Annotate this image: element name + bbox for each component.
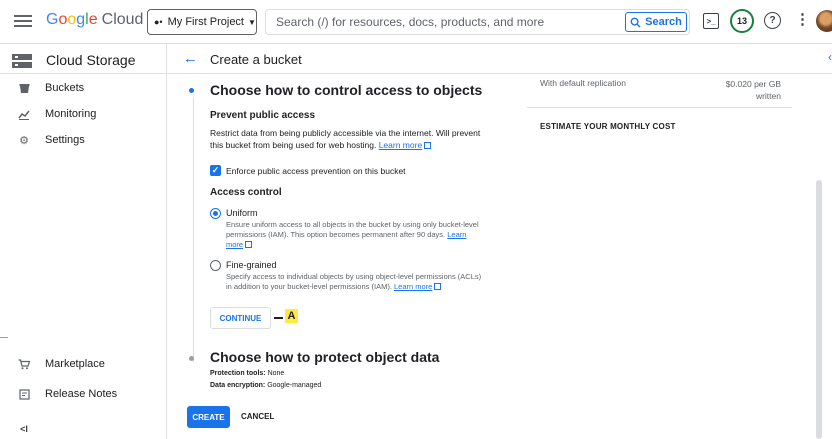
sidebar-title: Cloud Storage — [46, 52, 136, 68]
price-line-2: written — [755, 91, 781, 101]
enforce-checkbox-label[interactable]: Enforce public access prevention on this… — [226, 166, 406, 176]
scrollbar[interactable] — [816, 180, 822, 439]
annotation-marker: A — [285, 309, 298, 323]
continue-button[interactable]: CONTINUE — [210, 307, 271, 329]
sidebar-header: Cloud Storage — [0, 44, 166, 74]
fine-grained-learn-more-link[interactable]: Learn more — [394, 282, 432, 291]
pricing-row: With default replication $0.020 per GB w… — [527, 74, 792, 108]
cart-icon — [17, 357, 31, 371]
logo-google: Google — [46, 11, 98, 28]
collapse-sidebar-button[interactable]: <I — [0, 417, 167, 439]
external-link-icon — [434, 283, 442, 290]
prevent-description: Restrict data from being publicly access… — [210, 127, 480, 151]
notifications-badge[interactable]: 13 — [730, 9, 754, 33]
fine-grained-description: Specify access to individual objects by … — [226, 272, 481, 292]
data-encryption-row: Data encryption: Google-managed — [210, 382, 321, 389]
uniform-desc-line-1: Ensure uniform access to all objects in … — [226, 220, 479, 229]
access-section-title[interactable]: Choose how to control access to objects — [210, 82, 482, 98]
menu-icon[interactable] — [14, 12, 32, 30]
protection-tools-label: Protection tools: — [210, 370, 266, 377]
page-header: ← Create a bucket ‹ — [167, 44, 832, 74]
fine-desc-line-1: Specify access to individual objects by … — [226, 272, 482, 281]
external-link-icon — [424, 142, 432, 149]
data-encryption-label: Data encryption: — [210, 382, 266, 389]
back-arrow-icon[interactable]: ← — [183, 50, 198, 67]
project-icon: ●• — [154, 17, 163, 27]
cloud-shell-icon[interactable]: >_ — [703, 13, 719, 29]
chevron-left-icon[interactable]: ‹ — [828, 50, 832, 64]
uniform-more-link[interactable]: more — [226, 240, 243, 249]
create-bucket-form: Choose how to control access to objects … — [167, 74, 517, 439]
search-button[interactable]: Search — [625, 12, 687, 32]
fine-grained-radio[interactable] — [210, 260, 221, 271]
gear-icon: ⚙ — [19, 134, 29, 147]
fine-grained-label[interactable]: Fine-grained — [226, 260, 277, 270]
sidebar-item-settings[interactable]: ⚙ Settings — [0, 128, 167, 152]
sidebar-item-label: Marketplace — [45, 358, 105, 370]
replication-label: With default replication — [540, 78, 626, 88]
learn-more-link[interactable]: Learn more — [379, 140, 422, 150]
step-indicator — [189, 356, 194, 361]
sidebar-item-monitoring[interactable]: Monitoring — [0, 102, 167, 126]
protect-section-title[interactable]: Choose how to protect object data — [210, 349, 439, 365]
sidebar-item-label: Monitoring — [45, 108, 97, 120]
prevent-text-line-1: Restrict data from being publicly access… — [210, 128, 481, 138]
project-name: My First Project — [167, 16, 244, 28]
notes-icon — [17, 387, 31, 401]
bucket-icon — [17, 81, 31, 95]
prevent-text-line-2: this bucket from being used for web host… — [210, 140, 377, 150]
logo-cloud: Cloud — [101, 11, 144, 28]
uniform-radio[interactable] — [210, 208, 221, 219]
sidebar-item-label: Buckets — [45, 82, 85, 94]
marker-pointer — [274, 317, 283, 319]
uniform-description: Ensure uniform access to all objects in … — [226, 220, 479, 250]
storage-icon — [12, 54, 32, 69]
uniform-learn-link[interactable]: Learn — [447, 230, 466, 239]
chevron-down-icon: ▼ — [248, 17, 256, 27]
data-encryption-value: Google-managed — [267, 382, 322, 389]
search-input[interactable] — [266, 10, 626, 34]
uniform-label[interactable]: Uniform — [226, 208, 258, 218]
divider — [0, 337, 8, 338]
project-selector[interactable]: ●• My First Project ▼ — [147, 9, 257, 35]
search-icon — [630, 17, 641, 28]
collapse-icon: <I — [20, 424, 28, 434]
top-bar: Google Cloud ●• My First Project ▼ Searc… — [0, 0, 832, 44]
monitoring-icon — [17, 107, 31, 121]
protection-tools-value: None — [267, 370, 285, 377]
sidebar: Cloud Storage Buckets Monitoring ⚙ Setti… — [0, 44, 167, 439]
prevent-public-access-title: Prevent public access — [210, 110, 316, 121]
step-connector — [193, 97, 194, 362]
sidebar-item-release-notes[interactable]: Release Notes — [0, 382, 167, 406]
enforce-public-access-checkbox[interactable]: ✓ — [210, 165, 221, 176]
help-icon[interactable]: ? — [764, 12, 781, 29]
uniform-desc-line-2: permissions (IAM). This option becomes p… — [226, 230, 446, 239]
estimate-cost-heading[interactable]: ESTIMATE YOUR MONTHLY COST — [540, 122, 676, 131]
cost-panel: With default replication $0.020 per GB w… — [527, 74, 792, 194]
avatar[interactable] — [816, 10, 832, 32]
cancel-button[interactable]: CANCEL — [241, 412, 274, 421]
sidebar-item-buckets[interactable]: Buckets — [0, 76, 167, 100]
create-button[interactable]: CREATE — [187, 406, 230, 428]
search-box: Search — [265, 9, 690, 35]
external-link-icon — [245, 241, 253, 248]
access-control-title: Access control — [210, 187, 282, 198]
page-title: Create a bucket — [210, 52, 302, 67]
sidebar-item-label: Settings — [45, 134, 85, 146]
protection-tools-row: Protection tools: None — [210, 370, 284, 377]
price-line-1: $0.020 per GB — [725, 79, 781, 89]
sidebar-item-marketplace[interactable]: Marketplace — [0, 352, 167, 376]
fine-desc-line-2: in addition to your bucket-level permiss… — [226, 282, 392, 291]
more-options-icon[interactable]: ⋮ — [795, 12, 810, 28]
step-indicator-active — [189, 88, 194, 93]
google-cloud-logo[interactable]: Google Cloud — [46, 11, 143, 29]
search-button-label: Search — [645, 16, 682, 28]
sidebar-item-label: Release Notes — [45, 388, 118, 400]
price-value: $0.020 per GB written — [726, 78, 781, 102]
